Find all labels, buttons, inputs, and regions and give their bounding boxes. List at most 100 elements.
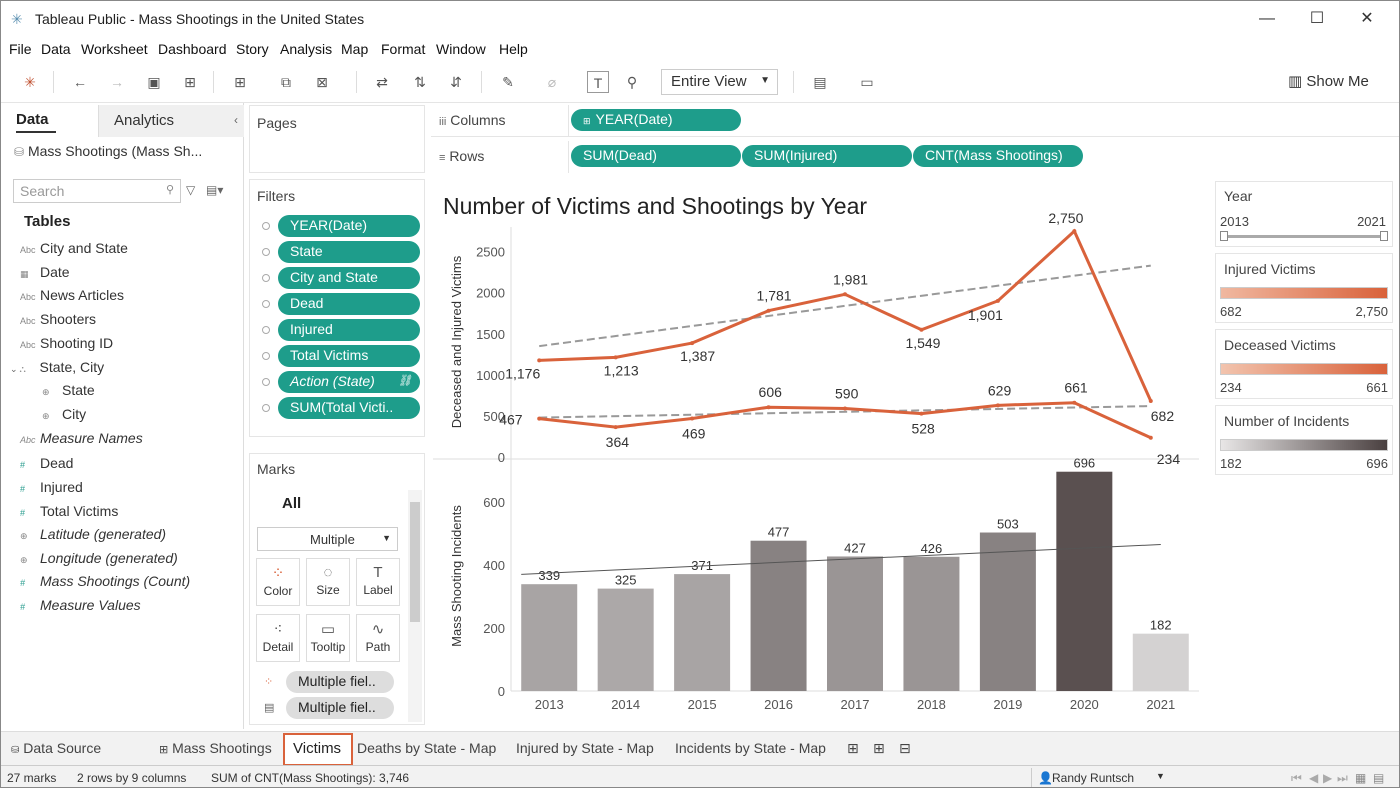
menu-file[interactable]: File: [9, 41, 32, 57]
injured-point[interactable]: [613, 355, 618, 360]
rows-pill[interactable]: SUM(Injured): [742, 145, 912, 167]
pages-shelf[interactable]: Pages: [249, 105, 425, 173]
pin-axes-icon[interactable]: ⚲: [621, 71, 643, 93]
marks-scrollbar[interactable]: [408, 490, 422, 722]
worksheet-view[interactable]: Number of Victims and Shootings by Year …: [433, 181, 1209, 725]
bar-2019[interactable]: [979, 532, 1036, 691]
field-item[interactable]: # Dead: [20, 455, 73, 471]
group-icon[interactable]: ⌀: [541, 71, 563, 93]
fit-view-select[interactable]: Entire View ▼: [661, 69, 778, 95]
filter-pill[interactable]: YEAR(Date): [278, 215, 420, 237]
undo-icon[interactable]: ←: [69, 71, 91, 93]
bar-2020[interactable]: [1056, 471, 1113, 691]
injured-point[interactable]: [995, 298, 1000, 303]
menu-window[interactable]: Window: [436, 41, 486, 57]
marks-path-button[interactable]: ∿ Path: [356, 614, 400, 662]
show-me-button[interactable]: ▥ Show Me: [1288, 72, 1369, 90]
dead-point[interactable]: [919, 411, 924, 416]
dead-point[interactable]: [1072, 400, 1077, 405]
tab-victims[interactable]: Victims: [283, 733, 353, 766]
field-item[interactable]: ▦ Date: [20, 264, 70, 280]
menu-analysis[interactable]: Analysis: [280, 41, 332, 57]
new-datasource-icon[interactable]: ⊞: [179, 71, 201, 93]
field-item[interactable]: # Injured: [20, 479, 83, 495]
filters-shelf[interactable]: Filters YEAR(Date) State City and State Dea…: [249, 179, 425, 437]
injured-point[interactable]: [919, 327, 924, 332]
menu-map[interactable]: Map: [341, 41, 368, 57]
save-icon[interactable]: ▣: [143, 71, 165, 93]
marks-detail-button[interactable]: ⁖ Detail: [256, 614, 300, 662]
marks-label-button[interactable]: T Label: [356, 558, 400, 606]
filter-icon[interactable]: ▽: [186, 183, 195, 197]
bar-2021[interactable]: [1132, 633, 1189, 691]
sheet-sorter-icon[interactable]: ▦: [1355, 771, 1366, 785]
injured-point[interactable]: [537, 358, 542, 363]
field-item[interactable]: Abc Shooting ID: [20, 335, 113, 351]
year-slider-max-handle[interactable]: [1380, 231, 1388, 241]
filmstrip-icon[interactable]: ▤: [1373, 771, 1384, 785]
field-item[interactable]: Abc News Articles: [20, 287, 124, 303]
menu-data[interactable]: Data: [41, 41, 71, 57]
bar-2017[interactable]: [827, 556, 883, 691]
bar-2013[interactable]: [521, 584, 578, 691]
close-button[interactable]: ✕: [1344, 5, 1390, 33]
dead-point[interactable]: [843, 406, 847, 411]
year-filter-card[interactable]: Year 2013 2021: [1215, 181, 1393, 247]
rows-pill[interactable]: SUM(Dead): [571, 145, 741, 167]
field-item[interactable]: ⊕ State: [42, 382, 95, 398]
filter-pill[interactable]: Injured: [278, 319, 420, 341]
dead-point[interactable]: [690, 416, 695, 421]
deceased-legend[interactable]: Deceased Victims 234 661: [1215, 329, 1393, 399]
minimize-button[interactable]: —: [1244, 5, 1290, 33]
marks-color-button[interactable]: ⁘ Color: [256, 558, 300, 606]
injured-point[interactable]: [1072, 229, 1077, 234]
menu-format[interactable]: Format: [381, 41, 425, 57]
sort-descending-icon[interactable]: ⇵: [445, 71, 467, 93]
injured-point[interactable]: [1148, 398, 1153, 403]
redo-icon[interactable]: →: [106, 71, 128, 93]
menu-dashboard[interactable]: Dashboard: [158, 41, 227, 57]
field-item[interactable]: ⊕ Longitude (generated): [20, 550, 178, 566]
show-cards-icon[interactable]: ▤: [809, 71, 831, 93]
maximize-button[interactable]: ☐: [1294, 5, 1340, 33]
field-item[interactable]: ⊕ Latitude (generated): [20, 526, 166, 542]
last-sheet-icon[interactable]: ⏭: [1337, 771, 1348, 786]
menu-help[interactable]: Help: [499, 41, 528, 57]
field-item[interactable]: ⊕ City: [42, 406, 86, 422]
datasource-item[interactable]: ⛁ Mass Shootings (Mass Sh...: [14, 143, 202, 159]
marks-field-pill[interactable]: Multiple fiel..: [286, 671, 394, 693]
bar-2018[interactable]: [903, 556, 960, 691]
expand-arrow-icon[interactable]: ⌄: [10, 364, 18, 374]
filter-pill[interactable]: SUM(Total Victi..: [278, 397, 420, 419]
prev-sheet-icon[interactable]: ◀: [1309, 771, 1318, 785]
show-labels-icon[interactable]: T: [587, 71, 609, 93]
tab-data[interactable]: Data: [16, 111, 49, 128]
new-worksheet-icon[interactable]: ⊞: [229, 71, 251, 93]
search-input[interactable]: Search ⚲: [13, 179, 181, 203]
menu-story[interactable]: Story: [236, 41, 269, 57]
columns-shelf[interactable]: iii Columns ⊞ YEAR(Date): [431, 105, 1399, 137]
injured-point[interactable]: [843, 292, 847, 297]
bar-2015[interactable]: [674, 574, 731, 691]
duplicate-sheet-icon[interactable]: ⧉: [275, 71, 297, 93]
field-item[interactable]: Abc City and State: [20, 240, 128, 256]
dead-point[interactable]: [613, 425, 618, 430]
incidents-legend[interactable]: Number of Incidents 182 696: [1215, 405, 1393, 475]
clear-sheet-icon[interactable]: ⊠: [311, 71, 333, 93]
injured-point[interactable]: [766, 308, 771, 313]
field-item[interactable]: Abc Shooters: [20, 311, 96, 327]
filter-pill[interactable]: Dead: [278, 293, 420, 315]
tab-data-source[interactable]: ⛁ Data Source: [11, 740, 101, 756]
marks-field-pill[interactable]: Multiple fiel..: [286, 697, 394, 719]
filter-pill[interactable]: Total Victims: [278, 345, 420, 367]
rows-pill[interactable]: CNT(Mass Shootings): [913, 145, 1083, 167]
chart-canvas[interactable]: Deceased and Injured Victims Mass Shootin…: [433, 181, 1209, 725]
tableau-home-icon[interactable]: ✳: [19, 71, 41, 93]
marks-size-button[interactable]: ◌ Size: [306, 558, 350, 606]
dead-point[interactable]: [1148, 435, 1153, 440]
dead-point[interactable]: [766, 405, 771, 410]
menu-worksheet[interactable]: Worksheet: [81, 41, 148, 57]
swap-rows-columns-icon[interactable]: ⇄: [371, 71, 393, 93]
rows-shelf[interactable]: ≡ Rows SUM(Dead) SUM(Injured) CNT(Mass Sho…: [431, 141, 1399, 173]
user-menu[interactable]: 👤 Randy Runtsch ▼: [1031, 768, 1171, 787]
